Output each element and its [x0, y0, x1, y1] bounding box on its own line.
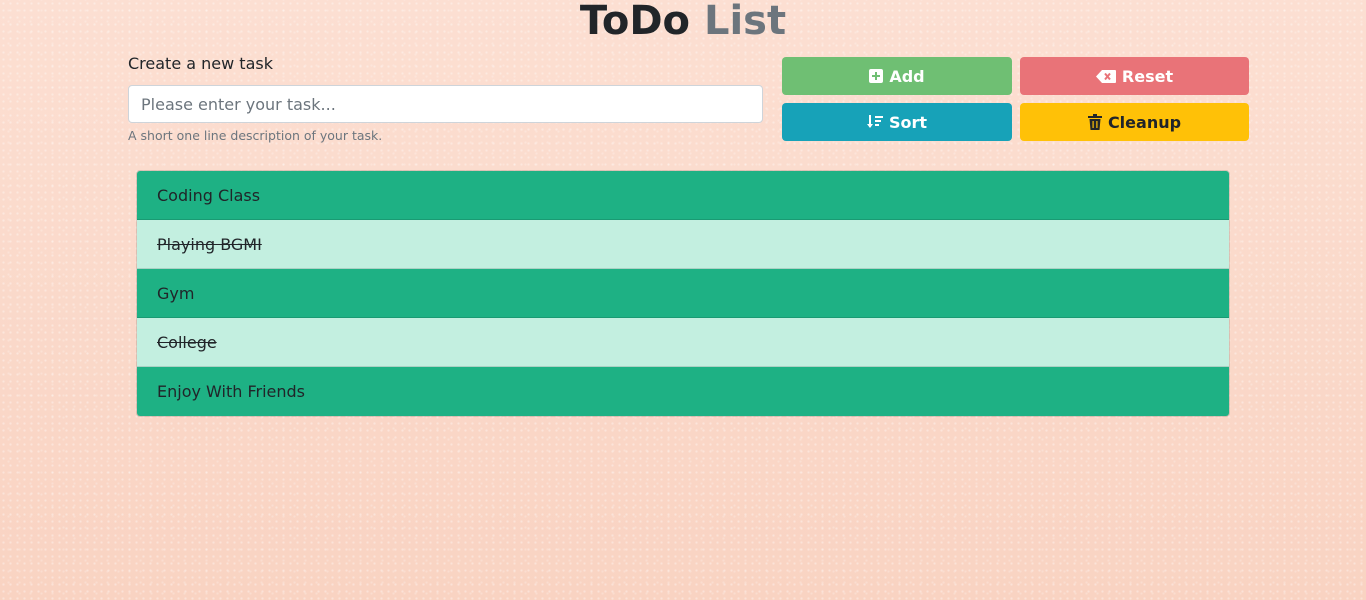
- title-list: List: [703, 0, 787, 44]
- task-item[interactable]: Gym: [137, 269, 1229, 318]
- trash-icon: [1087, 114, 1102, 130]
- task-text: Enjoy With Friends: [157, 382, 305, 401]
- task-item[interactable]: Coding Class: [137, 171, 1229, 220]
- task-text: Coding Class: [157, 185, 261, 205]
- task-item[interactable]: Enjoy With Friends: [137, 367, 1229, 416]
- task-text: Gym: [157, 283, 195, 303]
- cleanup-button-label: Cleanup: [1107, 112, 1182, 132]
- task-item[interactable]: College: [137, 318, 1229, 367]
- task-list: Coding Class Playing BGMI Gym College En…: [136, 170, 1230, 417]
- task-help-text: A short one line description of your tas…: [128, 128, 383, 143]
- task-text: College: [157, 332, 217, 352]
- cleanup-button[interactable]: Cleanup: [1020, 103, 1249, 141]
- task-input[interactable]: [128, 85, 763, 123]
- plus-square-icon: [869, 69, 884, 83]
- new-task-label: Create a new task: [128, 54, 273, 73]
- page-title: ToDo List: [0, 0, 1366, 45]
- sort-amount-down-icon: [866, 114, 883, 130]
- reset-button-label: Reset: [1121, 66, 1174, 86]
- title-todo: ToDo: [579, 0, 691, 44]
- task-text: Playing BGMI: [157, 234, 262, 254]
- sort-button[interactable]: Sort: [782, 103, 1012, 141]
- add-button-label: Add: [889, 66, 925, 86]
- add-button[interactable]: Add: [782, 57, 1012, 95]
- reset-button[interactable]: Reset: [1020, 57, 1249, 95]
- sort-button-label: Sort: [888, 112, 928, 132]
- task-item[interactable]: Playing BGMI: [137, 220, 1229, 269]
- backspace-icon: [1095, 69, 1116, 83]
